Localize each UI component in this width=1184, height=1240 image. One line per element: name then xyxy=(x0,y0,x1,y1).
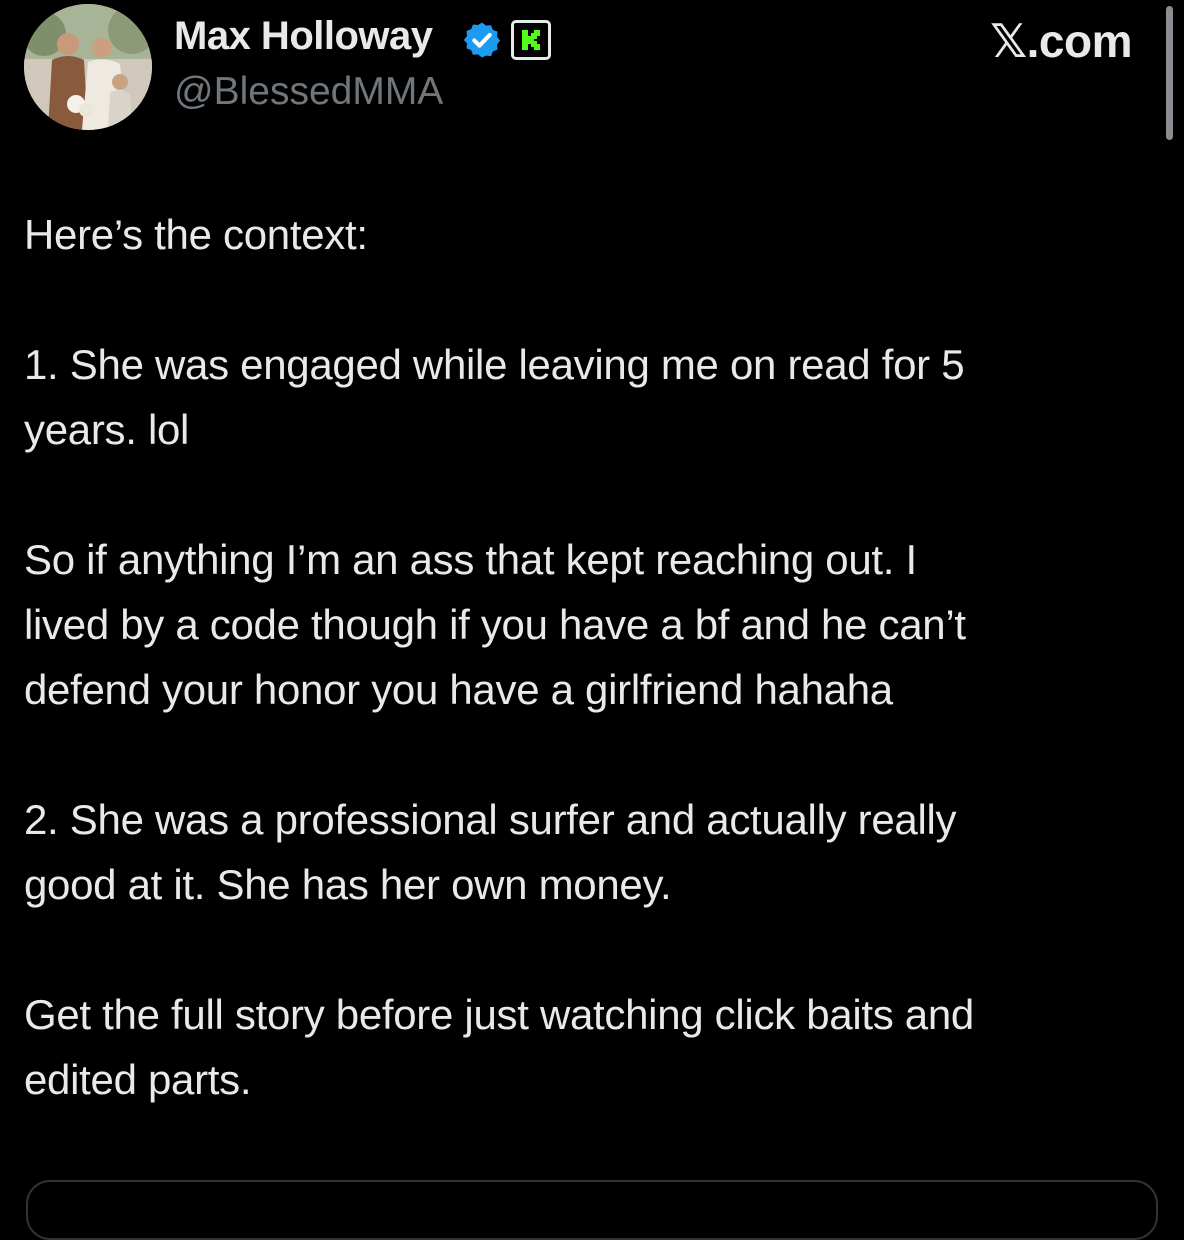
display-name[interactable]: Max Holloway xyxy=(174,14,433,59)
tweet-text: Here’s the context: 1. She was engaged w… xyxy=(24,202,1166,1177)
tweet-paragraph: Here’s the context: xyxy=(24,202,1166,267)
tweet-paragraph: 2. She was a professional surfer and act… xyxy=(24,787,1166,917)
tweet-line: So if anything I’m an ass that kept reac… xyxy=(24,536,917,583)
tweet-line: 1. She was engaged while leaving me on r… xyxy=(24,341,965,388)
verified-badge-icon xyxy=(463,22,501,58)
kick-k-icon[interactable] xyxy=(511,20,551,60)
user-handle[interactable]: @BlessedMMA xyxy=(174,70,443,114)
tweet-paragraph: 1. She was engaged while leaving me on r… xyxy=(24,332,1166,462)
tweet-line: defend your honor you have a girlfriend … xyxy=(24,666,893,713)
tweet-line: years. lol xyxy=(24,406,190,453)
avatar-photo xyxy=(24,4,152,130)
tweet-line: Here’s the context: xyxy=(24,211,368,258)
quoted-card-edge[interactable] xyxy=(26,1180,1158,1240)
tweet-line: edited parts. xyxy=(24,1056,252,1103)
tweet-line: 2. She was a professional surfer and act… xyxy=(24,796,957,843)
tweet-paragraph: Get the full story before just watching … xyxy=(24,982,1166,1112)
tweet-paragraph: So if anything I’m an ass that kept reac… xyxy=(24,527,1166,722)
avatar[interactable] xyxy=(24,4,152,130)
tweet-line: good at it. She has her own money. xyxy=(24,861,672,908)
scrollbar[interactable] xyxy=(1166,6,1173,140)
site-label: 𝕏.com xyxy=(990,15,1132,67)
tweet-line: Get the full story before just watching … xyxy=(24,991,974,1038)
kick-logo-icon xyxy=(518,27,544,53)
tweet-line: lived by a code though if you have a bf … xyxy=(24,601,966,648)
